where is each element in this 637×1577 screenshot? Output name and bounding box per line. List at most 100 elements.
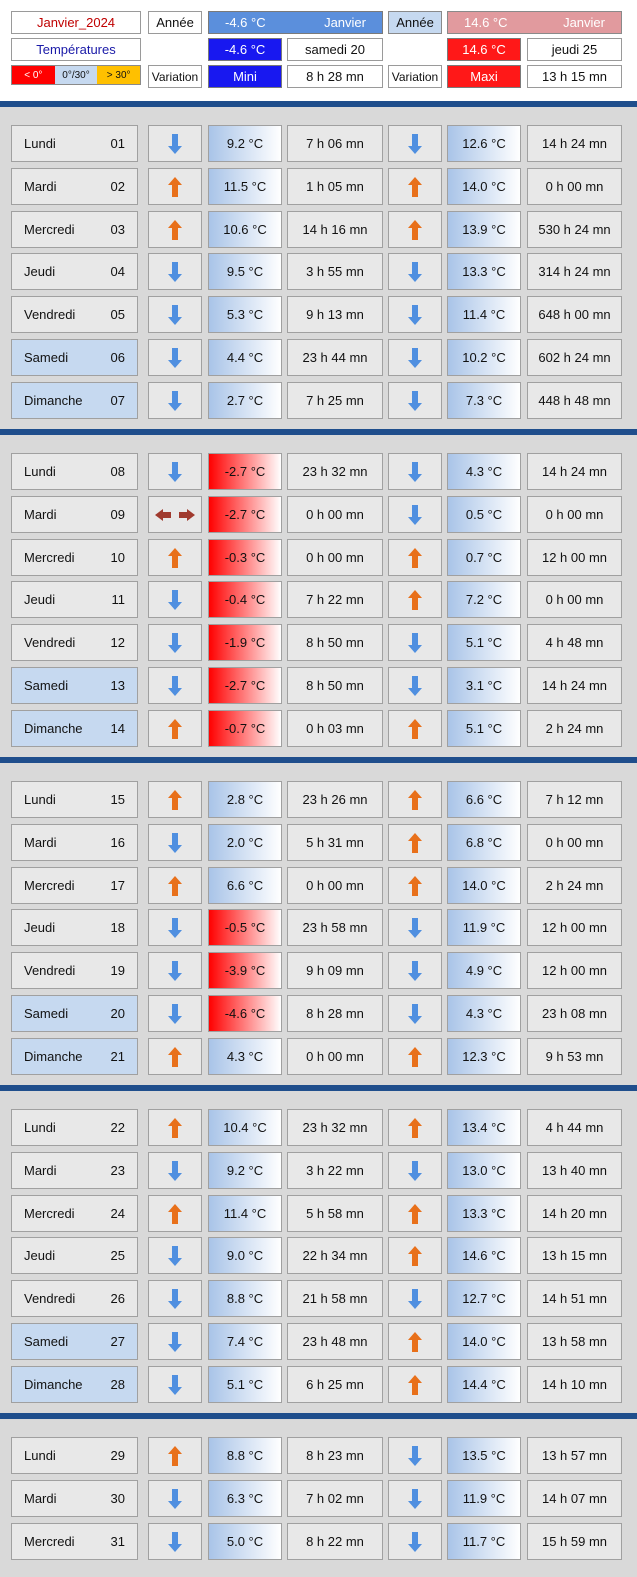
day-number: 16 bbox=[110, 835, 125, 850]
min-duration: 23 h 44 mn bbox=[287, 339, 383, 376]
min-temp: 8.8 °C bbox=[208, 1437, 282, 1474]
min-duration: 23 h 48 mn bbox=[287, 1323, 383, 1360]
legend-above-30: > 30° bbox=[97, 66, 141, 84]
max-trend-cell bbox=[388, 382, 442, 419]
max-duration: 0 h 00 mn bbox=[527, 824, 622, 861]
max-trend-cell bbox=[388, 1038, 442, 1075]
min-trend-cell bbox=[148, 667, 202, 704]
down-arrow-icon bbox=[408, 960, 422, 981]
max-temp: 6.8 °C bbox=[447, 824, 521, 861]
day-number: 03 bbox=[110, 222, 125, 237]
max-trend-cell bbox=[388, 710, 442, 747]
max-duration: 14 h 51 mn bbox=[527, 1280, 622, 1317]
day-cell: Jeudi 04 bbox=[11, 253, 138, 290]
day-row: Lundi 29 8.8 °C 8 h 23 mn 13.5 °C 13 h 57 mn bbox=[0, 1437, 637, 1474]
min-duration: 3 h 55 mn bbox=[287, 253, 383, 290]
min-duration: 9 h 13 mn bbox=[287, 296, 383, 333]
min-temp: 5.3 °C bbox=[208, 296, 282, 333]
min-temp: 9.2 °C bbox=[208, 1152, 282, 1189]
max-temp: 11.9 °C bbox=[447, 1480, 521, 1517]
max-duration: 0 h 00 mn bbox=[527, 581, 622, 618]
down-arrow-icon bbox=[168, 461, 182, 482]
min-trend-cell bbox=[148, 1437, 202, 1474]
min-trend-cell bbox=[148, 125, 202, 162]
day-cell: Lundi 08 bbox=[11, 453, 138, 490]
max-trend-cell bbox=[388, 781, 442, 818]
max-temp: 13.5 °C bbox=[447, 1437, 521, 1474]
day-cell: Jeudi 25 bbox=[11, 1237, 138, 1274]
max-temp: 12.3 °C bbox=[447, 1038, 521, 1075]
max-trend-cell bbox=[388, 1152, 442, 1189]
day-cell: Mardi 09 bbox=[11, 496, 138, 533]
max-record-bar: 14.6 °C Janvier bbox=[447, 11, 622, 34]
min-duration: 7 h 06 mn bbox=[287, 125, 383, 162]
down-arrow-icon bbox=[168, 917, 182, 938]
day-row: Lundi 15 2.8 °C 23 h 26 mn 6.6 °C 7 h 12 mn bbox=[0, 781, 637, 818]
day-cell: Mercredi 17 bbox=[11, 867, 138, 904]
day-name: Vendredi bbox=[24, 963, 76, 978]
day-row: Samedi 20 -4.6 °C 8 h 28 mn 4.3 °C 23 h 08 mn bbox=[0, 995, 637, 1032]
day-number: 20 bbox=[110, 1006, 125, 1021]
day-number: 29 bbox=[110, 1448, 125, 1463]
min-duration: 7 h 25 mn bbox=[287, 382, 383, 419]
min-trend-cell bbox=[148, 909, 202, 946]
min-duration: 0 h 00 mn bbox=[287, 1038, 383, 1075]
down-arrow-icon bbox=[168, 1245, 182, 1266]
day-name: Mercredi bbox=[24, 878, 75, 893]
max-duration: 314 h 24 mn bbox=[527, 253, 622, 290]
min-duration: 23 h 32 mn bbox=[287, 453, 383, 490]
variation-label-max: Variation bbox=[388, 65, 442, 88]
min-trend-cell bbox=[148, 710, 202, 747]
min-duration: 8 h 50 mn bbox=[287, 624, 383, 661]
max-duration: 530 h 24 mn bbox=[527, 211, 622, 248]
min-trend-cell bbox=[148, 168, 202, 205]
max-trend-cell bbox=[388, 952, 442, 989]
down-arrow-icon bbox=[408, 675, 422, 696]
max-record-month: Janvier bbox=[563, 15, 605, 30]
day-name: Dimanche bbox=[24, 721, 83, 736]
annee-label-max: Année bbox=[388, 11, 442, 34]
day-cell: Vendredi 19 bbox=[11, 952, 138, 989]
day-row: Mardi 09 -2.7 °C 0 h 00 mn 0.5 °C 0 h 00 mn bbox=[0, 496, 637, 533]
day-cell: Lundi 01 bbox=[11, 125, 138, 162]
min-duration: 7 h 22 mn bbox=[287, 581, 383, 618]
down-arrow-icon bbox=[168, 1374, 182, 1395]
min-trend-cell bbox=[148, 496, 202, 533]
max-trend-cell bbox=[388, 824, 442, 861]
up-arrow-icon bbox=[168, 176, 182, 197]
month-label: Janvier_2024 bbox=[11, 11, 141, 34]
min-temp: 2.0 °C bbox=[208, 824, 282, 861]
down-arrow-icon bbox=[168, 133, 182, 154]
day-number: 18 bbox=[110, 920, 125, 935]
day-row: Vendredi 12 -1.9 °C 8 h 50 mn 5.1 °C 4 h 48 m… bbox=[0, 624, 637, 661]
up-arrow-icon bbox=[408, 1331, 422, 1352]
max-temp: 6.6 °C bbox=[447, 781, 521, 818]
down-arrow-icon bbox=[408, 1288, 422, 1309]
max-duration: 14 h 24 mn bbox=[527, 667, 622, 704]
day-cell: Dimanche 21 bbox=[11, 1038, 138, 1075]
min-temp: 9.2 °C bbox=[208, 125, 282, 162]
min-temp: -0.7 °C bbox=[208, 710, 282, 747]
day-number: 28 bbox=[110, 1377, 125, 1392]
day-number: 23 bbox=[110, 1163, 125, 1178]
down-arrow-icon bbox=[408, 1531, 422, 1552]
down-arrow-icon bbox=[408, 1160, 422, 1181]
up-arrow-icon bbox=[408, 1046, 422, 1067]
max-temp: 14.0 °C bbox=[447, 168, 521, 205]
down-arrow-icon bbox=[168, 304, 182, 325]
day-name: Dimanche bbox=[24, 1049, 83, 1064]
min-trend-cell bbox=[148, 867, 202, 904]
up-arrow-icon bbox=[408, 1245, 422, 1266]
up-arrow-icon bbox=[408, 547, 422, 568]
min-temp: -3.9 °C bbox=[208, 952, 282, 989]
day-name: Dimanche bbox=[24, 1377, 83, 1392]
day-name: Samedi bbox=[24, 350, 69, 365]
day-name: Mardi bbox=[24, 179, 57, 194]
min-temp: 6.6 °C bbox=[208, 867, 282, 904]
down-arrow-icon bbox=[168, 1331, 182, 1352]
min-duration: 6 h 25 mn bbox=[287, 1366, 383, 1403]
day-row: Dimanche 14 -0.7 °C 0 h 03 mn 5.1 °C 2 h 24 m… bbox=[0, 710, 637, 747]
day-cell: Vendredi 12 bbox=[11, 624, 138, 661]
max-temp: 7.3 °C bbox=[447, 382, 521, 419]
up-arrow-icon bbox=[408, 789, 422, 810]
